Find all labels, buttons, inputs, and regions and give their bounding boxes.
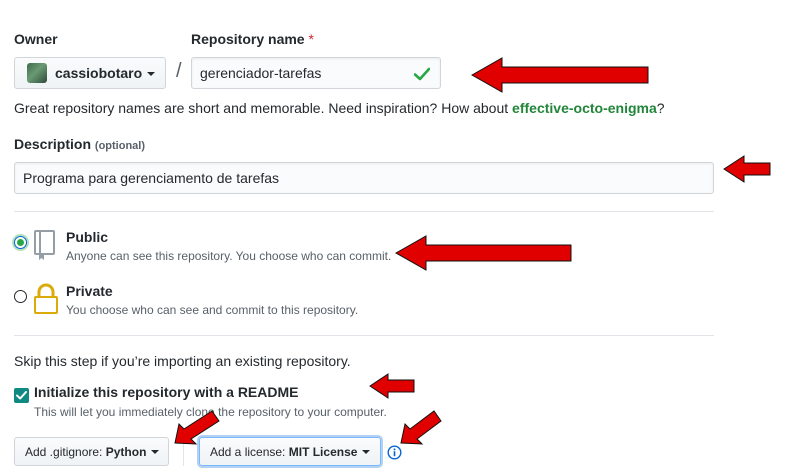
license-value: MIT License — [288, 444, 358, 459]
description-input[interactable]: Programa para gerenciamento de tarefas — [14, 162, 714, 194]
repo-name-label: Repository name * — [191, 31, 314, 47]
annotation-arrow-icon — [369, 373, 415, 399]
hint-suffix: ? — [656, 100, 665, 116]
gitignore-select[interactable]: Add .gitignore: Python — [14, 437, 169, 466]
description-label: Description (optional) — [14, 136, 145, 152]
hint-text: Great repository names are short and mem… — [14, 100, 513, 116]
repo-name-input[interactable]: gerenciador-tarefas — [191, 57, 441, 89]
annotation-arrow-icon — [394, 235, 572, 271]
owner-select[interactable]: cassiobotaro — [14, 57, 166, 89]
public-radio[interactable] — [14, 236, 27, 249]
chevron-down-icon — [147, 71, 156, 76]
license-prefix: Add a license: — [210, 444, 286, 459]
owner-username: cassiobotaro — [55, 65, 143, 81]
description-value: Programa para gerenciamento de tarefas — [23, 170, 280, 186]
optional-note: (optional) — [94, 140, 146, 152]
private-radio[interactable] — [14, 290, 27, 303]
public-title: Public — [66, 229, 109, 245]
name-suggestion-link[interactable]: effective-octo-enigma — [512, 100, 657, 116]
license-select[interactable]: Add a license: MIT License — [199, 437, 381, 466]
divider — [14, 211, 714, 212]
checkmark-icon — [16, 391, 27, 400]
repo-name-hint: Great repository names are short and mem… — [14, 100, 665, 116]
annotation-arrow-icon — [723, 155, 771, 183]
gitignore-value: Python — [105, 444, 147, 459]
info-icon[interactable] — [387, 445, 402, 460]
repo-name-value: gerenciador-tarefas — [200, 65, 322, 81]
repo-name-label-text: Repository name — [191, 31, 305, 47]
private-desc: You choose who can see and commit to thi… — [66, 303, 359, 317]
annotation-arrow-icon — [400, 410, 442, 445]
avatar — [27, 63, 47, 83]
private-title: Private — [66, 283, 113, 299]
divider — [14, 335, 714, 336]
repo-book-icon — [34, 230, 55, 260]
description-label-text: Description — [14, 136, 92, 152]
check-icon — [414, 67, 430, 81]
annotation-arrow-icon — [174, 410, 220, 445]
readme-checkbox[interactable] — [14, 388, 29, 403]
required-mark: * — [308, 31, 314, 47]
chevron-down-icon — [151, 450, 160, 454]
owner-label: Owner — [14, 31, 58, 47]
readme-label[interactable]: Initialize this repository with a README — [34, 384, 298, 400]
chevron-down-icon — [362, 450, 371, 454]
owner-repo-separator: / — [176, 60, 182, 82]
lock-icon — [34, 283, 58, 314]
skip-step-text: Skip this step if you’re importing an ex… — [14, 353, 351, 369]
annotation-arrow-icon — [470, 57, 649, 93]
gitignore-prefix: Add .gitignore: — [25, 444, 103, 459]
public-desc: Anyone can see this repository. You choo… — [66, 249, 392, 263]
